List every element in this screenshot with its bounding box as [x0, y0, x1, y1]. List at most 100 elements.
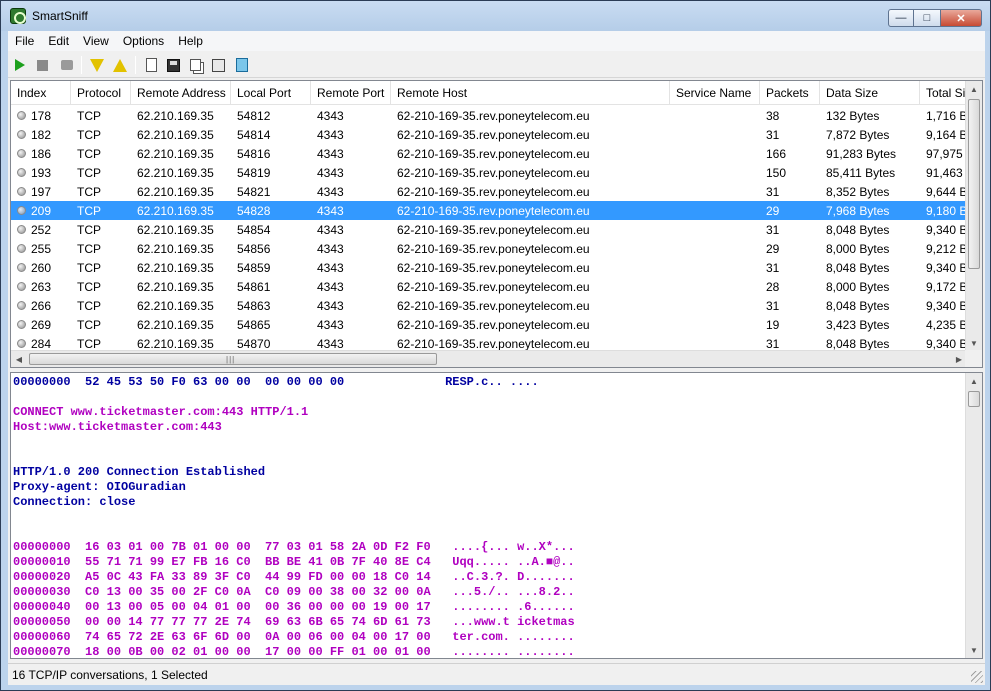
hex-line — [13, 435, 575, 450]
hex-line: Proxy-agent: OIOGuradian — [13, 480, 186, 494]
hex-line — [13, 510, 575, 525]
status-bar: 16 TCP/IP conversations, 1 Selected — [8, 663, 985, 685]
table-row[interactable]: 252 TCP 62.210.169.35 54854 4343 62-210-169-3… — [11, 220, 969, 239]
scroll-thumb[interactable] — [968, 99, 980, 269]
stop-capture-icon — [36, 59, 48, 71]
scroll-down-arrow[interactable]: ▼ — [966, 642, 982, 658]
cell-total-size: 9,340 By — [926, 299, 969, 313]
table-row[interactable]: 197 TCP 62.210.169.35 54821 4343 62-210-169-3… — [11, 182, 969, 201]
cell-data-size: 8,352 Bytes — [826, 185, 890, 199]
table-row[interactable]: 209 TCP 62.210.169.35 54828 4343 62-210-169-3… — [11, 201, 969, 220]
window-title: SmartSniff — [32, 9, 88, 23]
menu-edit[interactable]: Edit — [41, 31, 76, 51]
cell-index: 252 — [31, 223, 52, 237]
column-protocol[interactable]: Protocol — [71, 81, 131, 105]
cell-remote-host: 62-210-169-35.rev.poneytelecom.eu — [397, 223, 590, 237]
cell-index: 255 — [31, 242, 52, 256]
column-index[interactable]: Index — [11, 81, 71, 105]
maximize-button[interactable]: □ — [914, 9, 940, 27]
cell-total-size: 4,235 By — [926, 318, 969, 332]
hex-line: CONNECT www.ticketmaster.com:443 HTTP/1.… — [13, 405, 309, 419]
menu-help[interactable]: Help — [171, 31, 210, 51]
copy-button[interactable] — [186, 56, 204, 74]
column-total-size[interactable]: Total Si — [920, 81, 971, 105]
cell-total-size: 9,212 By — [926, 242, 969, 256]
column-remote-port[interactable]: Remote Port — [311, 81, 391, 105]
hex-line: 00000000 52 45 53 50 F0 63 00 00 00 00 0… — [13, 375, 539, 389]
toolbar — [8, 52, 985, 78]
cell-remote-address: 62.210.169.35 — [137, 261, 214, 275]
scroll-left-arrow[interactable]: ◀ — [11, 351, 27, 367]
cell-remote-host: 62-210-169-35.rev.poneytelecom.eu — [397, 166, 590, 180]
properties-button[interactable] — [209, 56, 227, 74]
cell-remote-host: 62-210-169-35.rev.poneytelecom.eu — [397, 128, 590, 142]
close-button[interactable]: ✕ — [940, 9, 982, 27]
scrollbar-corner — [965, 350, 982, 367]
hex-vertical-scrollbar[interactable]: ▲ ▼ — [965, 373, 982, 658]
table-row[interactable]: 269 TCP 62.210.169.35 54865 4343 62-210-169-3… — [11, 315, 969, 334]
cell-protocol: TCP — [77, 280, 101, 294]
cell-local-port: 54814 — [237, 128, 271, 142]
capture-filter-button[interactable] — [88, 56, 106, 74]
hex-line: HTTP/1.0 200 Connection Established — [13, 465, 266, 479]
menu-options[interactable]: Options — [116, 31, 171, 51]
cell-remote-port: 4343 — [317, 147, 344, 161]
list-header: Index Protocol Remote Address Local Port… — [11, 81, 971, 105]
display-filter-button[interactable] — [111, 56, 129, 74]
minimize-button[interactable]: — — [888, 9, 914, 27]
table-row[interactable]: 263 TCP 62.210.169.35 54861 4343 62-210-169-3… — [11, 277, 969, 296]
cell-service-name — [670, 201, 760, 220]
capture-filter-icon — [90, 58, 104, 72]
scroll-thumb[interactable] — [968, 391, 980, 407]
cell-remote-address: 62.210.169.35 — [137, 109, 214, 123]
table-row[interactable]: 186 TCP 62.210.169.35 54816 4343 62-210-169-3… — [11, 144, 969, 163]
cell-remote-port: 4343 — [317, 299, 344, 313]
cell-service-name — [670, 144, 760, 163]
hex-dump-view[interactable]: 00000000 52 45 53 50 F0 63 00 00 00 00 0… — [10, 372, 983, 659]
cell-remote-port: 4343 — [317, 185, 344, 199]
column-packets[interactable]: Packets — [760, 81, 820, 105]
cell-remote-port: 4343 — [317, 109, 344, 123]
scroll-up-arrow[interactable]: ▲ — [966, 81, 982, 97]
table-row[interactable]: 260 TCP 62.210.169.35 54859 4343 62-210-169-3… — [11, 258, 969, 277]
scroll-down-arrow[interactable]: ▼ — [966, 335, 982, 351]
scroll-up-arrow[interactable]: ▲ — [966, 373, 982, 389]
table-row[interactable]: 178 TCP 62.210.169.35 54812 4343 62-210-169-3… — [11, 106, 969, 125]
client-area: File Edit View Options Help Index Protoc… — [8, 31, 985, 685]
column-data-size[interactable]: Data Size — [820, 81, 920, 105]
cell-total-size: 9,340 By — [926, 261, 969, 275]
table-row[interactable]: 266 TCP 62.210.169.35 54863 4343 62-210-169-3… — [11, 296, 969, 315]
column-local-port[interactable]: Local Port — [231, 81, 311, 105]
list-vertical-scrollbar[interactable]: ▲ ▼ — [965, 81, 982, 351]
cell-local-port: 54828 — [237, 204, 271, 218]
resize-grip-icon[interactable] — [971, 671, 983, 683]
list-horizontal-scrollbar[interactable]: ◀ ||| ▶ — [11, 350, 967, 367]
menu-file[interactable]: File — [8, 31, 41, 51]
cell-protocol: TCP — [77, 147, 101, 161]
new-button[interactable] — [142, 56, 160, 74]
cell-index: 193 — [31, 166, 52, 180]
conversations-list[interactable]: Index Protocol Remote Address Local Port… — [10, 80, 983, 368]
cell-remote-host: 62-210-169-35.rev.poneytelecom.eu — [397, 261, 590, 275]
table-row[interactable]: 182 TCP 62.210.169.35 54814 4343 62-210-169-3… — [11, 125, 969, 144]
properties-icon — [211, 58, 225, 72]
cell-remote-address: 62.210.169.35 — [137, 147, 214, 161]
start-capture-button[interactable] — [11, 56, 29, 74]
hex-line: Connection: close — [13, 495, 136, 509]
column-remote-address[interactable]: Remote Address — [131, 81, 231, 105]
stop-capture-button[interactable] — [33, 56, 51, 74]
exit-button[interactable] — [233, 56, 251, 74]
cell-data-size: 85,411 Bytes — [826, 166, 896, 180]
cell-remote-host: 62-210-169-35.rev.poneytelecom.eu — [397, 147, 590, 161]
cell-index: 186 — [31, 147, 52, 161]
disabled-button[interactable] — [58, 56, 76, 74]
column-remote-host[interactable]: Remote Host — [391, 81, 670, 105]
title-bar[interactable]: SmartSniff — □ ✕ — [1, 1, 990, 31]
table-row[interactable]: 255 TCP 62.210.169.35 54856 4343 62-210-169-3… — [11, 239, 969, 258]
scroll-thumb-horizontal[interactable]: ||| — [29, 353, 437, 365]
table-row[interactable]: 193 TCP 62.210.169.35 54819 4343 62-210-169-3… — [11, 163, 969, 182]
cell-remote-port: 4343 — [317, 242, 344, 256]
column-service-name[interactable]: Service Name — [670, 81, 760, 105]
save-button[interactable] — [164, 56, 182, 74]
menu-view[interactable]: View — [76, 31, 116, 51]
